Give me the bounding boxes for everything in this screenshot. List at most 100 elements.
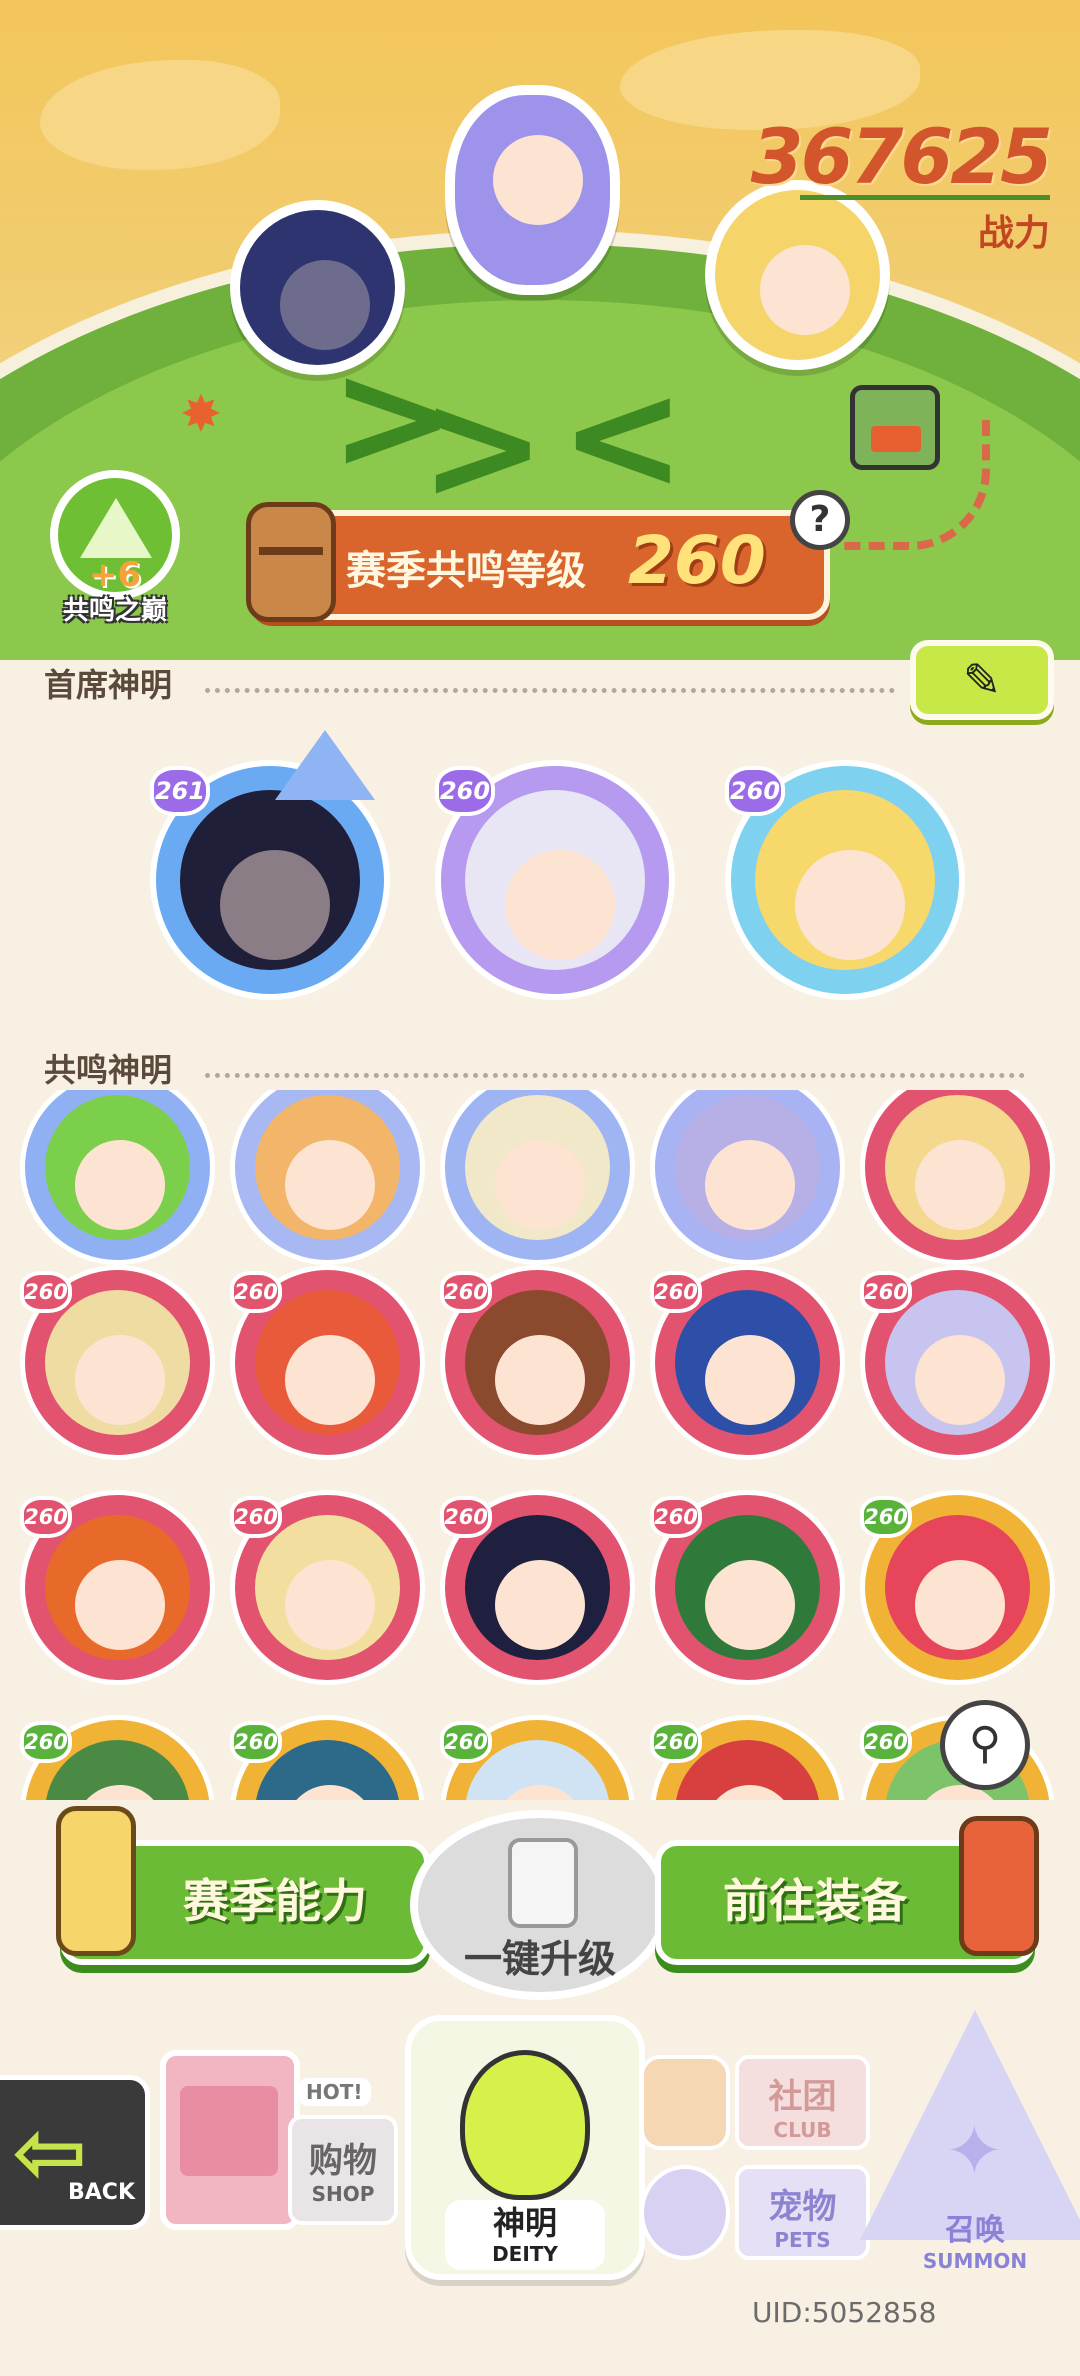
- resonance-avatar[interactable]: 260: [650, 1715, 845, 1800]
- deity-tag: 神明 DEITY: [445, 2200, 605, 2270]
- avatar-portrait: [885, 1290, 1030, 1435]
- avatar-portrait: [45, 1095, 190, 1240]
- nav-pets[interactable]: 宠物 PETS: [640, 2160, 880, 2270]
- level-badge: 260: [650, 1496, 702, 1538]
- flame-icon: ✸: [180, 385, 222, 443]
- back-button[interactable]: ⇦ BACK: [0, 2075, 150, 2230]
- resonance-avatar[interactable]: 260: [20, 1715, 215, 1800]
- crown-icon: [275, 730, 375, 800]
- resonance-avatar[interactable]: [20, 1090, 215, 1265]
- season-ability-button[interactable]: 赛季能力: [56, 1806, 430, 1965]
- avatar-portrait: [675, 1515, 820, 1660]
- chevron-left-icon: <: [560, 350, 686, 524]
- avatar-portrait: [180, 790, 360, 970]
- resonance-avatar[interactable]: 260: [650, 1265, 845, 1460]
- resonance-peak-badge[interactable]: +6 共鸣之巅: [30, 450, 200, 626]
- nav-club[interactable]: 社团 CLUB: [640, 2050, 880, 2160]
- level-badge: 260: [440, 1496, 492, 1538]
- resonance-avatar[interactable]: 260: [860, 1490, 1055, 1685]
- resonance-avatar[interactable]: 260: [650, 1490, 845, 1685]
- divider: [205, 1073, 1025, 1078]
- level-badge: 260: [860, 1721, 912, 1763]
- shop-label-en: SHOP: [311, 2182, 375, 2206]
- hot-badge: HOT!: [298, 2078, 371, 2106]
- resonance-avatar[interactable]: 260: [440, 1715, 635, 1800]
- nav-shop[interactable]: HOT! 购物 SHOP: [150, 2020, 400, 2240]
- avatar-portrait: [465, 1095, 610, 1240]
- resonance-grid: 260 260 260 260 260 260 260 260 260 260 260 260 260 2…: [0, 1090, 1080, 1800]
- level-badge: 260: [725, 766, 785, 816]
- summon-tag: 召唤 SUMMON: [900, 2205, 1050, 2275]
- one-click-upgrade-button[interactable]: 一键升级: [410, 1810, 670, 2000]
- resonance-avatar[interactable]: 260: [230, 1490, 425, 1685]
- resonance-avatar[interactable]: [230, 1090, 425, 1265]
- go-equip-button[interactable]: 前往装备: [655, 1816, 1039, 1965]
- go-equip-label: 前往装备: [723, 1874, 907, 1928]
- season-resonance-bar[interactable]: 赛季共鸣等级 260: [246, 502, 830, 622]
- resonance-title: 共鸣神明: [44, 1051, 173, 1089]
- chevron-right-icon: >: [420, 360, 546, 534]
- deity-label-en: DEITY: [492, 2242, 558, 2266]
- hammer-icon: [959, 1816, 1039, 1956]
- level-badge: 260: [650, 1721, 702, 1763]
- back-label: BACK: [68, 2180, 135, 2205]
- resonance-avatar[interactable]: 260: [440, 1265, 635, 1460]
- level-badge: 260: [440, 1721, 492, 1763]
- resonance-avatar[interactable]: 260: [20, 1265, 215, 1460]
- edit-leaders-button[interactable]: ✎: [910, 640, 1054, 720]
- level-badge: 260: [435, 766, 495, 816]
- avatar-portrait: [255, 1290, 400, 1435]
- divider: [205, 688, 895, 693]
- avatar-portrait: [255, 1515, 400, 1660]
- resonance-avatar[interactable]: 260: [230, 1715, 425, 1800]
- level-badge: 261: [150, 766, 210, 816]
- nav-deity[interactable]: 神明 DEITY: [405, 2015, 645, 2280]
- upgrade-label: 一键升级: [463, 1937, 616, 1981]
- season-level: 260: [628, 522, 766, 599]
- level-badge: 260: [230, 1271, 282, 1313]
- club-label: 社团: [768, 2077, 837, 2117]
- nav-summon[interactable]: ✦ 召唤 SUMMON: [860, 2010, 1080, 2273]
- pets-label-en: PETS: [774, 2228, 831, 2252]
- pencil-icon: ✎: [962, 653, 1002, 707]
- power-value: 367625: [750, 112, 1053, 201]
- avatar-portrait: [465, 1515, 610, 1660]
- star-icon: ✦: [945, 2110, 1004, 2192]
- upgrade-arrow-icon: [508, 1838, 578, 1928]
- resonance-avatar[interactable]: 260: [860, 1265, 1055, 1460]
- resonance-avatar[interactable]: 260: [440, 1490, 635, 1685]
- level-badge: 260: [860, 1496, 912, 1538]
- level-badge: 260: [20, 1496, 72, 1538]
- cloud: [40, 60, 280, 170]
- avatar-portrait: [675, 1095, 820, 1240]
- shop-tag: 购物 SHOP: [288, 2115, 398, 2225]
- avatar-portrait: [885, 1515, 1030, 1660]
- resonance-avatar[interactable]: [650, 1090, 845, 1265]
- level-badge: 260: [230, 1721, 282, 1763]
- resonance-avatar[interactable]: [860, 1090, 1055, 1265]
- leader-avatar[interactable]: 260: [435, 760, 675, 1000]
- season-ability-label: 赛季能力: [183, 1874, 367, 1928]
- question-icon[interactable]: ?: [790, 490, 850, 550]
- level-badge: 260: [20, 1721, 72, 1763]
- avatar-portrait: [45, 1290, 190, 1435]
- shop-label: 购物: [309, 2141, 377, 2181]
- drink-icon: [56, 1806, 136, 1956]
- team-character-middle[interactable]: [445, 85, 620, 295]
- avatar-portrait: [45, 1515, 190, 1660]
- power-label: 战力: [977, 213, 1050, 254]
- leader-avatar[interactable]: 261: [150, 730, 390, 1000]
- resonance-avatar[interactable]: [440, 1090, 635, 1265]
- resonance-avatar[interactable]: 260: [20, 1490, 215, 1685]
- radio-icon[interactable]: [850, 385, 940, 470]
- club-bag-icon: [640, 2055, 730, 2150]
- peak-label: 共鸣之巅: [62, 596, 167, 626]
- resonance-avatar[interactable]: 260: [230, 1265, 425, 1460]
- filter-icon[interactable]: ⚲: [940, 1700, 1030, 1790]
- leader-avatar[interactable]: 260: [725, 760, 965, 1000]
- team-character-left[interactable]: [230, 200, 405, 375]
- leaders-title: 首席神明: [44, 666, 173, 704]
- club-label-en: CLUB: [773, 2118, 832, 2142]
- level-badge: 260: [440, 1271, 492, 1313]
- deity-label: 神明: [492, 2204, 557, 2242]
